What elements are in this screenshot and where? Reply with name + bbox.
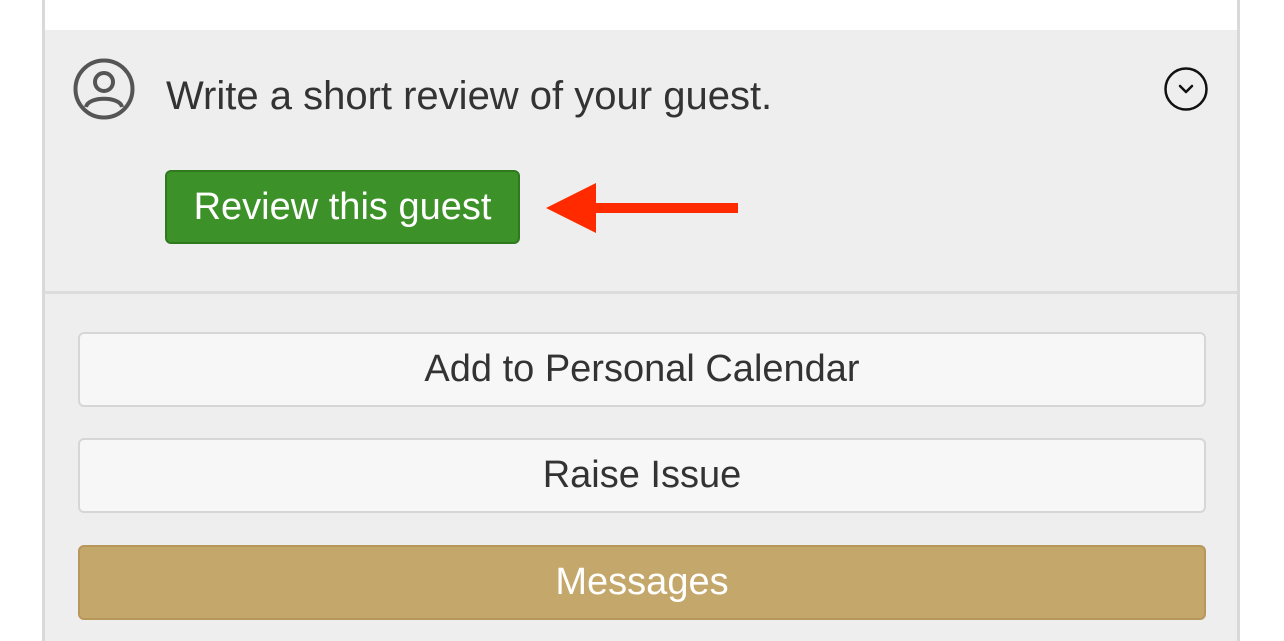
messages-button[interactable]: Messages — [78, 545, 1206, 620]
red-arrow-left-icon — [546, 183, 738, 233]
review-guest-button[interactable]: Review this guest — [165, 170, 520, 244]
raise-issue-button[interactable]: Raise Issue — [78, 438, 1206, 513]
user-circle-icon — [73, 58, 135, 120]
add-to-calendar-button[interactable]: Add to Personal Calendar — [78, 332, 1206, 407]
chevron-down-icon[interactable] — [1163, 66, 1209, 112]
review-prompt-text: Write a short review of your guest. — [166, 74, 773, 118]
